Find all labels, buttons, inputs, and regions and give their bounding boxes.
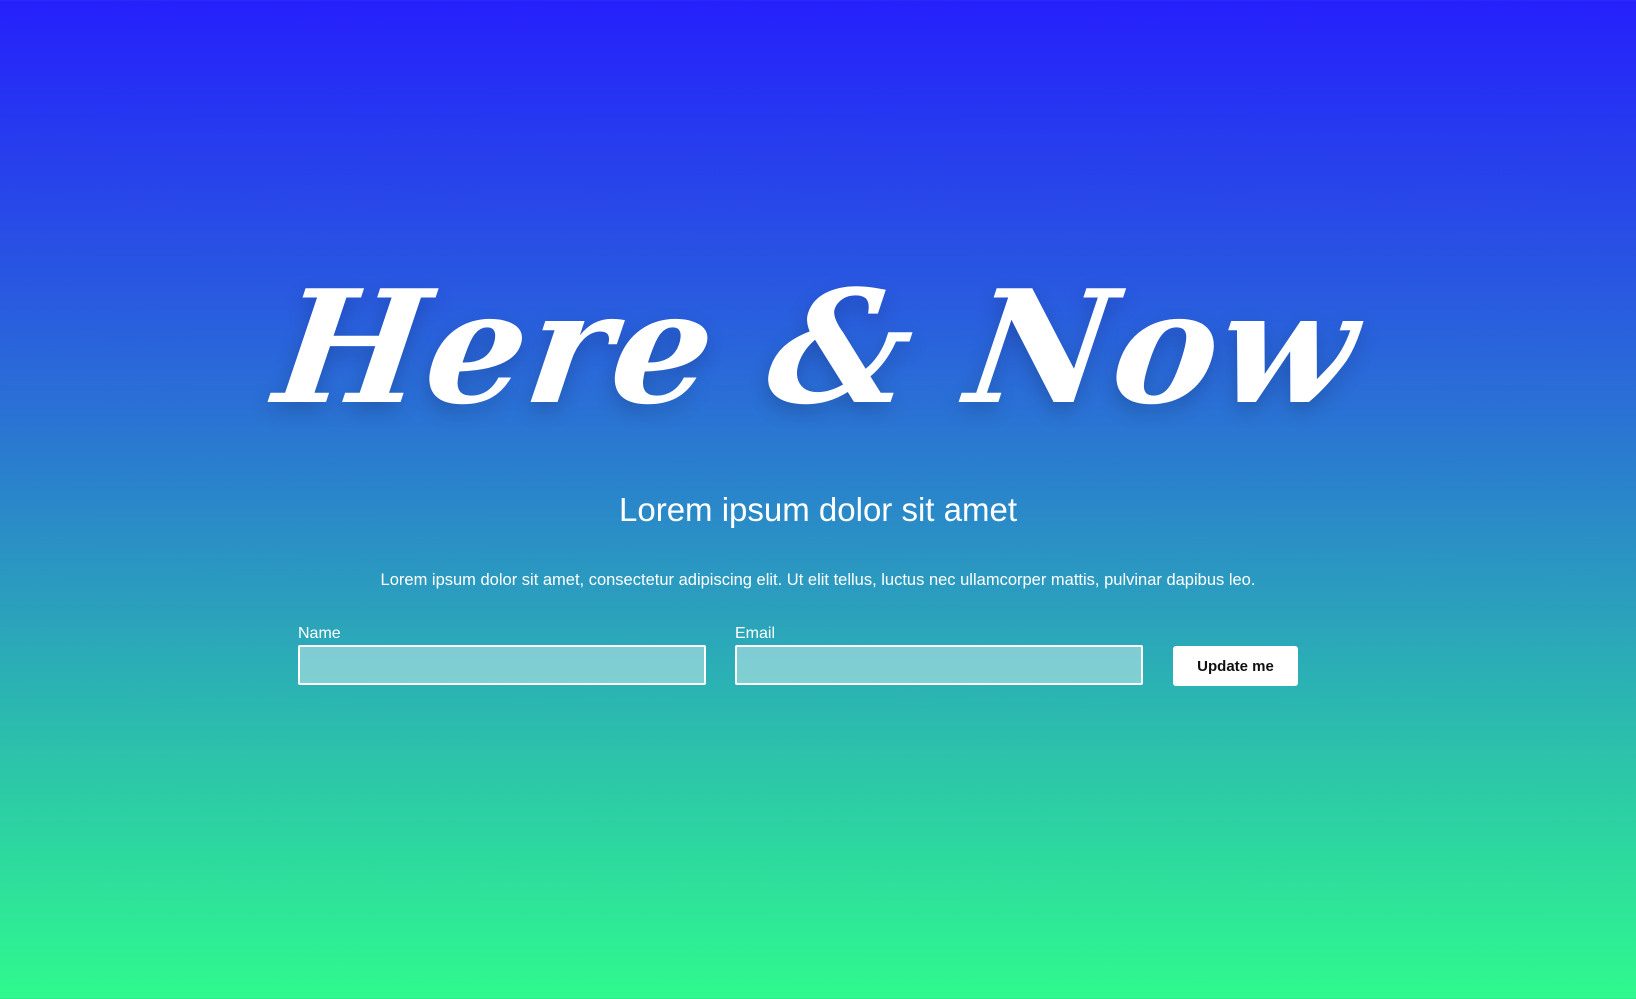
name-field-group: Name: [298, 624, 706, 685]
update-me-button[interactable]: Update me: [1173, 646, 1298, 686]
name-label: Name: [298, 625, 341, 642]
hero-section: Here & Now Lorem ipsum dolor sit amet Lo…: [0, 0, 1636, 999]
email-label: Email: [735, 625, 776, 642]
hero-subtitle: Lorem ipsum dolor sit amet: [619, 491, 1017, 528]
hero-headline: Here & Now: [265, 256, 1371, 439]
signup-form: Name Email Update me: [298, 624, 1298, 686]
name-input[interactable]: [298, 645, 706, 685]
email-field-group: Email: [735, 624, 1143, 685]
email-input[interactable]: [735, 645, 1143, 685]
hero-body-text: Lorem ipsum dolor sit amet, consectetur …: [380, 571, 1256, 589]
